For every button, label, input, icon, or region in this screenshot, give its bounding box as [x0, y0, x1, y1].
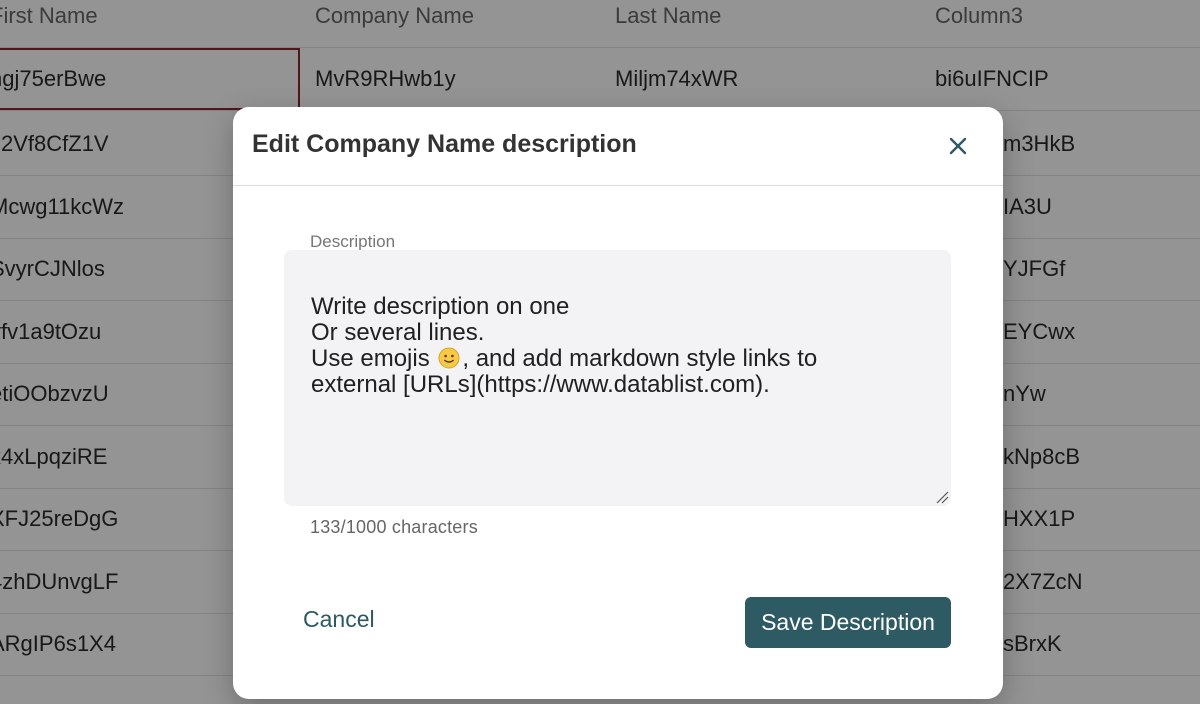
resize-handle-icon[interactable]	[935, 490, 949, 504]
dialog-header: Edit Company Name description	[233, 107, 1003, 186]
description-line-part: , and add markdown style links to	[462, 345, 818, 372]
description-line: Use emojis , and add markdown style link…	[311, 346, 924, 372]
description-line: external [URLs](https://www.datablist.co…	[311, 371, 770, 398]
description-field-label: Description	[310, 232, 396, 251]
description-textarea[interactable]: Write description on one Or several line…	[284, 250, 951, 506]
close-icon[interactable]	[945, 133, 971, 159]
cancel-button[interactable]: Cancel	[293, 601, 385, 637]
description-line: Write description on one	[311, 293, 570, 320]
edit-description-dialog: Edit Company Name description Descriptio…	[233, 107, 1003, 699]
description-line: Or several lines.	[311, 319, 485, 346]
dialog-title: Edit Company Name description	[252, 130, 637, 158]
slight-smile-emoji-icon	[438, 347, 460, 369]
description-line-part: Use emojis	[311, 345, 437, 372]
save-description-button[interactable]: Save Description	[745, 597, 951, 648]
character-count: 133/1000 characters	[310, 517, 478, 537]
